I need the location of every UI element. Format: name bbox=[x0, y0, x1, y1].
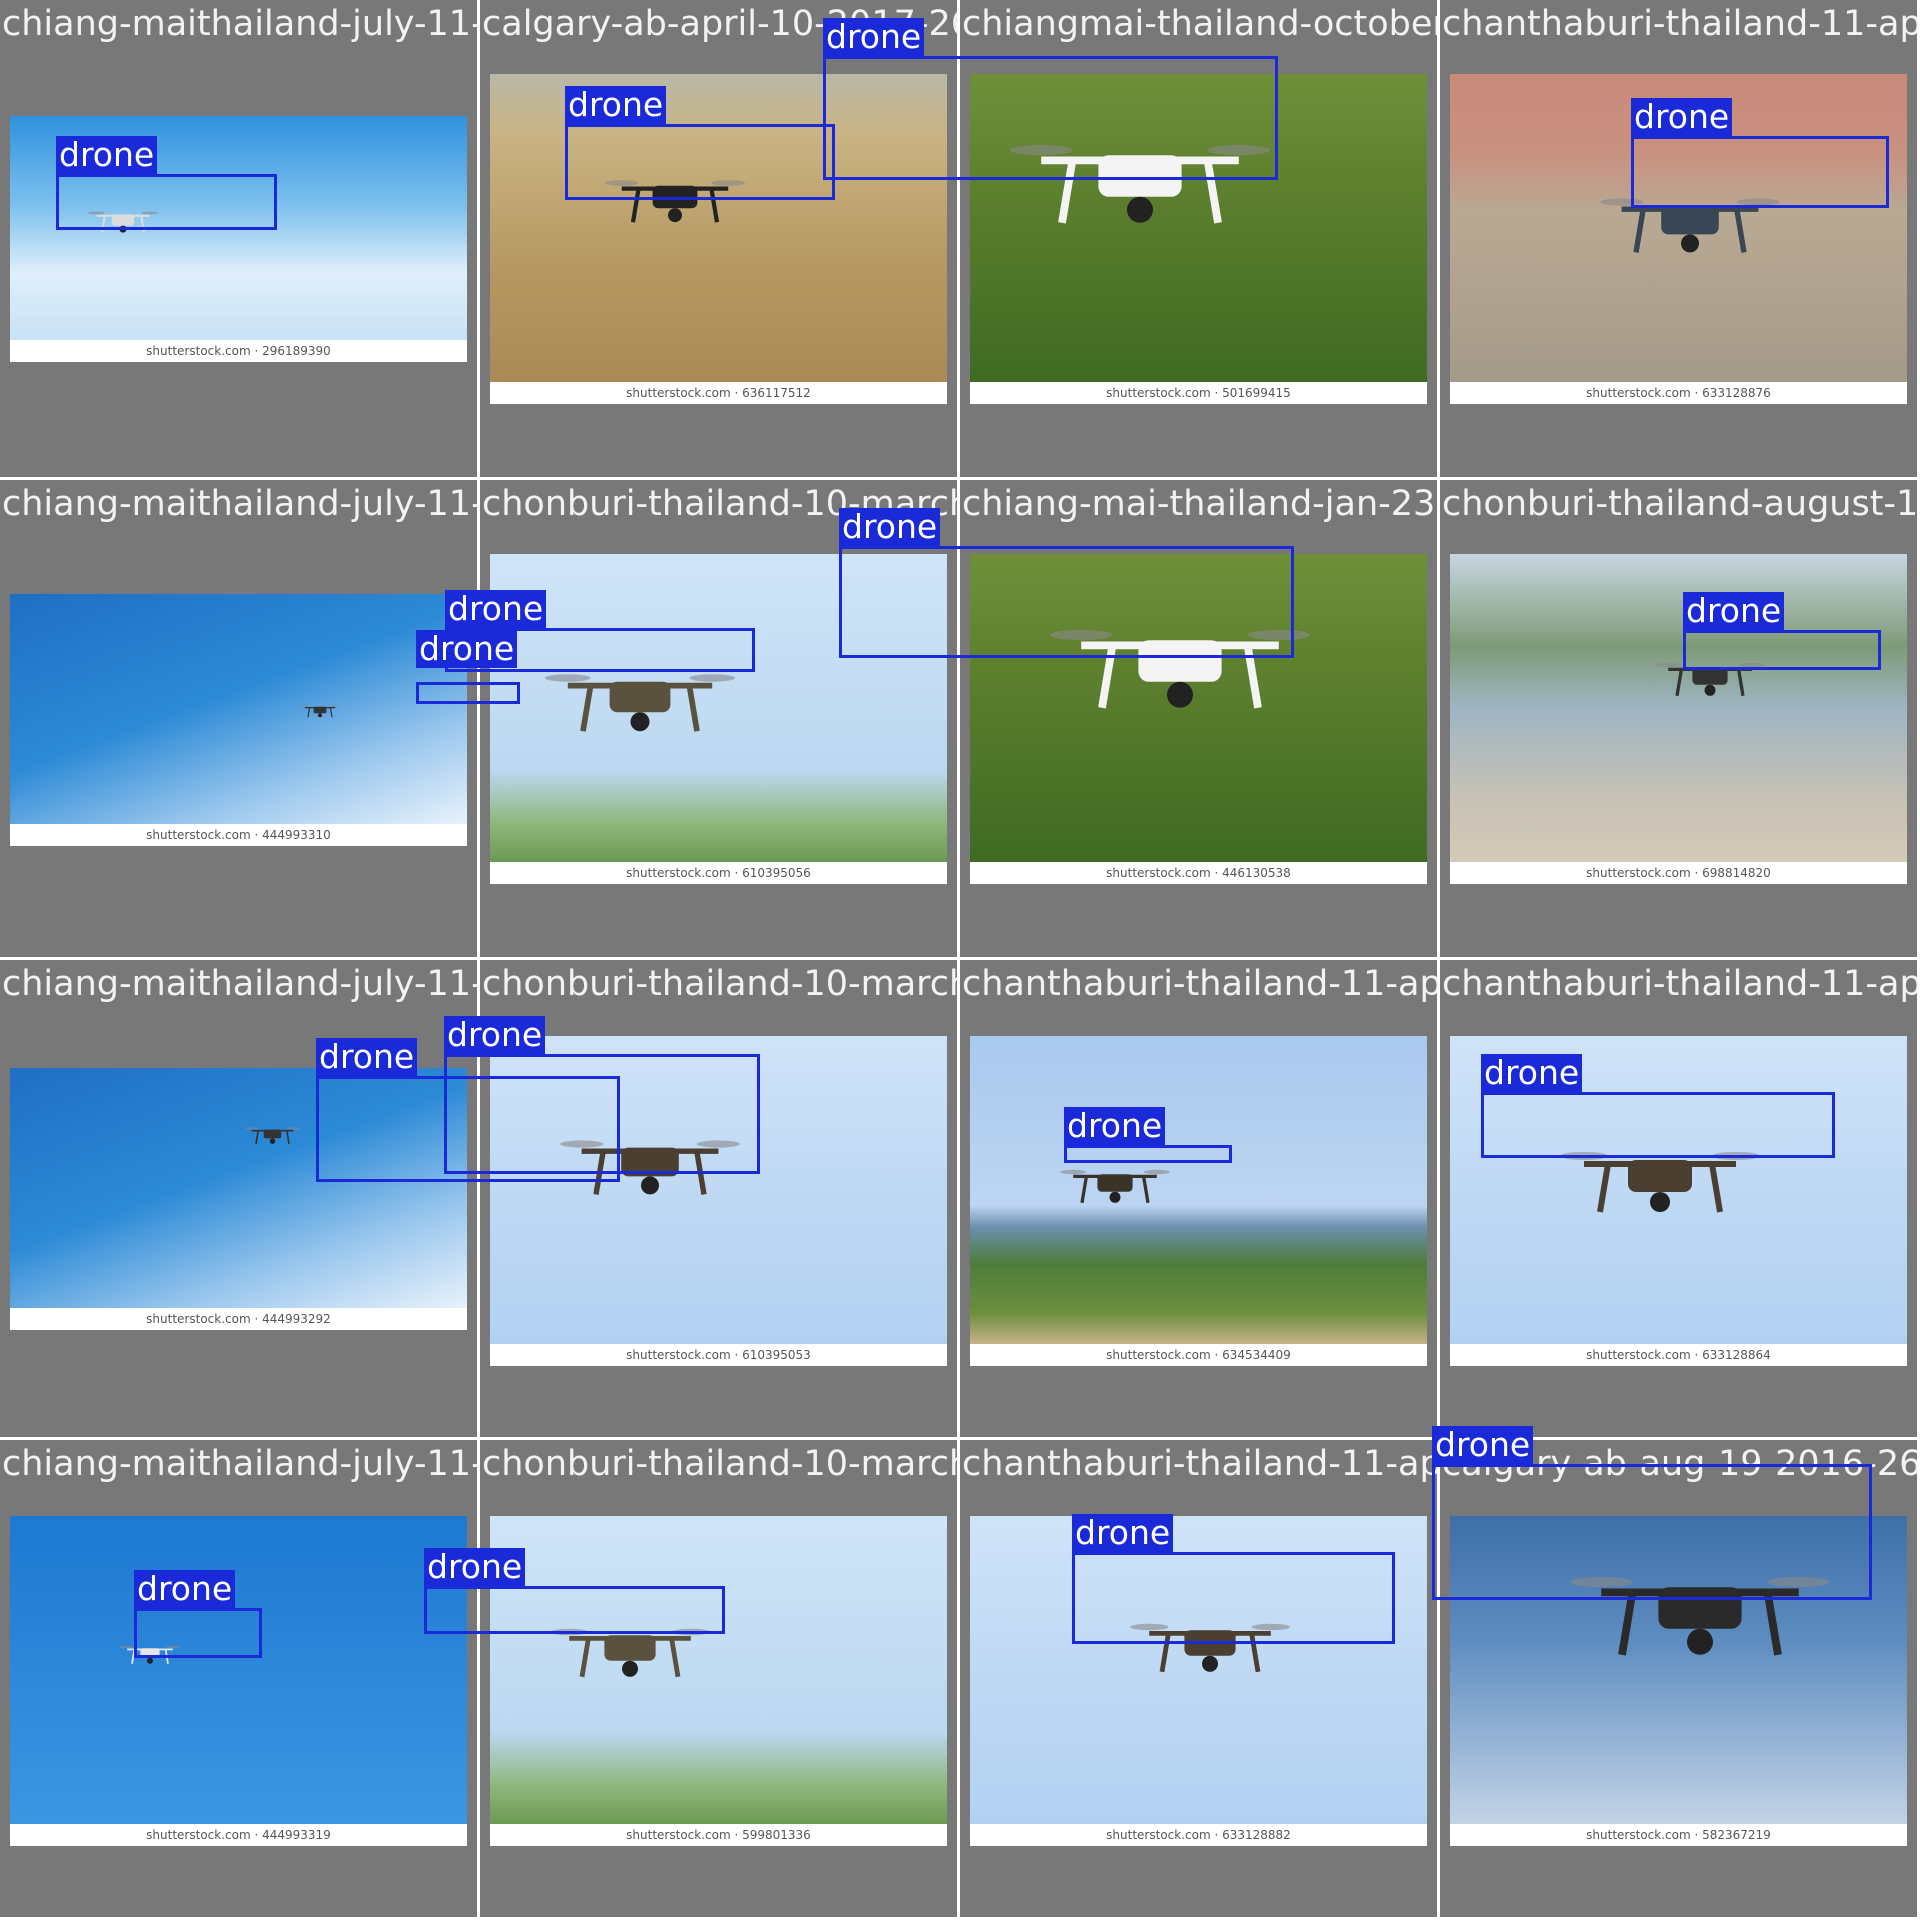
drone-icon bbox=[560, 1126, 740, 1220]
tile-filename: chiang-maithailand-july-11-2015-260nw-44… bbox=[2, 964, 477, 1004]
tile-photo: shutterstock.com · 633128882 bbox=[970, 1516, 1427, 1846]
mosaic-tile: shutterstock.com · 633128882 chanthaburi-… bbox=[960, 1440, 1437, 1917]
photo-credit: shutterstock.com · 633128882 bbox=[970, 1824, 1427, 1846]
photo-credit: shutterstock.com · 444993292 bbox=[10, 1308, 467, 1330]
tile-filename: chonburi-thailand-10-march-2017-260nw-59… bbox=[482, 1444, 957, 1484]
photo-credit: shutterstock.com · 698814820 bbox=[1450, 862, 1907, 884]
drone-icon bbox=[245, 1123, 300, 1155]
drone-icon bbox=[545, 659, 735, 758]
drone-icon bbox=[1130, 1611, 1290, 1695]
tile-filename: chanthaburi-thailand-11-april-2017-260nw… bbox=[962, 964, 1437, 1004]
mosaic-tile: shutterstock.com · 636117512 calgary-ab-a… bbox=[480, 0, 957, 477]
photo-credit: shutterstock.com · 636117512 bbox=[490, 382, 947, 404]
tile-photo: shutterstock.com · 634534409 bbox=[970, 1036, 1427, 1366]
drone-icon bbox=[120, 1641, 180, 1675]
tile-filename: chiangmai-thailand-october-13-260nw-5016… bbox=[962, 4, 1437, 44]
tile-filename: calgary-ab-aug-19-2016-260nw-582367219 bbox=[1442, 1444, 1917, 1484]
tile-photo: shutterstock.com · 633128876 bbox=[1450, 74, 1907, 404]
tile-filename: chiang-maithailand-july-11-2015-260nw-44… bbox=[2, 484, 477, 524]
mosaic-tile: shutterstock.com · 633128864 chanthaburi-… bbox=[1440, 960, 1917, 1437]
tile-photo: shutterstock.com · 501699415 bbox=[970, 74, 1427, 404]
photo-credit: shutterstock.com · 610395053 bbox=[490, 1344, 947, 1366]
mosaic-tile: shutterstock.com · 599801336 chonburi-tha… bbox=[480, 1440, 957, 1917]
mosaic-tile: shutterstock.com · 501699415 chiangmai-th… bbox=[960, 0, 1437, 477]
mosaic-tile: shutterstock.com · 610395056 chonburi-tha… bbox=[480, 480, 957, 957]
tile-photo: shutterstock.com · 582367219 bbox=[1450, 1516, 1907, 1846]
tile-filename: chonburi-thailand-august-12-2017-260nw-6… bbox=[1442, 484, 1917, 524]
mosaic-tile: shutterstock.com · 634534409 chanthaburi-… bbox=[960, 960, 1437, 1437]
drone-icon bbox=[1060, 1161, 1170, 1220]
tile-filename: calgary-ab-april-10-2017-260nw-636117512 bbox=[482, 4, 957, 44]
photo-scene bbox=[10, 1516, 467, 1824]
tile-filename: chiang-maithailand-july-11-2015-260nw-44… bbox=[2, 1444, 477, 1484]
drone-icon bbox=[1050, 609, 1310, 743]
tile-filename: chiang-maithailand-july-11-2015-260nw-29… bbox=[2, 4, 477, 44]
tile-photo: shutterstock.com · 599801336 bbox=[490, 1516, 947, 1846]
photo-credit: shutterstock.com · 582367219 bbox=[1450, 1824, 1907, 1846]
tile-photo: shutterstock.com · 296189390 bbox=[10, 116, 467, 362]
mosaic-tile: shutterstock.com · 296189390 chiang-maith… bbox=[0, 0, 477, 477]
drone-icon bbox=[1560, 1136, 1760, 1240]
mosaic-tile: shutterstock.com · 610395053 chonburi-tha… bbox=[480, 960, 957, 1437]
drone-icon bbox=[88, 206, 158, 245]
photo-credit: shutterstock.com · 444993319 bbox=[10, 1824, 467, 1846]
drone-icon bbox=[550, 1616, 710, 1700]
photo-credit: shutterstock.com · 599801336 bbox=[490, 1824, 947, 1846]
mosaic-tile: shutterstock.com · 444993310 chiang-maith… bbox=[0, 480, 477, 957]
drone-icon bbox=[605, 169, 745, 243]
tile-photo: shutterstock.com · 444993310 bbox=[10, 594, 467, 846]
photo-credit: shutterstock.com · 296189390 bbox=[10, 340, 467, 362]
photo-credit: shutterstock.com · 633128864 bbox=[1450, 1344, 1907, 1366]
photo-credit: shutterstock.com · 501699415 bbox=[970, 382, 1427, 404]
tile-filename: chanthaburi-thailand-11-april-2017-260nw… bbox=[962, 1444, 1437, 1484]
tile-photo: shutterstock.com · 444993292 bbox=[10, 1068, 467, 1330]
drone-icon bbox=[1570, 1556, 1830, 1690]
tile-photo: shutterstock.com · 610395056 bbox=[490, 554, 947, 884]
photo-credit: shutterstock.com · 610395056 bbox=[490, 862, 947, 884]
tile-photo: shutterstock.com · 446130538 bbox=[970, 554, 1427, 884]
tile-photo: shutterstock.com · 698814820 bbox=[1450, 554, 1907, 884]
tile-photo: shutterstock.com · 633128864 bbox=[1450, 1036, 1907, 1366]
mosaic-tile: shutterstock.com · 444993292 chiang-maith… bbox=[0, 960, 477, 1437]
photo-credit: shutterstock.com · 633128876 bbox=[1450, 382, 1907, 404]
photo-credit: shutterstock.com · 634534409 bbox=[970, 1344, 1427, 1366]
mosaic-tile: shutterstock.com · 582367219 calgary-ab-a… bbox=[1440, 1440, 1917, 1917]
tile-photo: shutterstock.com · 636117512 bbox=[490, 74, 947, 404]
mosaic-tile: shutterstock.com · 633128876 chanthaburi-… bbox=[1440, 0, 1917, 477]
drone-icon bbox=[1655, 654, 1765, 713]
tile-filename: chiang-mai-thailand-jan-23-2017-260nw-44… bbox=[962, 484, 1437, 524]
photo-credit: shutterstock.com · 446130538 bbox=[970, 862, 1427, 884]
tile-photo: shutterstock.com · 444993319 bbox=[10, 1516, 467, 1846]
mosaic-tile: shutterstock.com · 698814820 chonburi-tha… bbox=[1440, 480, 1917, 957]
tile-photo: shutterstock.com · 610395053 bbox=[490, 1036, 947, 1366]
detection-mosaic: shutterstock.com · 296189390 chiang-maith… bbox=[0, 0, 1920, 1920]
drone-icon bbox=[1600, 184, 1780, 278]
tile-filename: chanthaburi-thailand-11-april-2017-260nw… bbox=[1442, 964, 1917, 1004]
photo-scene bbox=[10, 594, 467, 824]
tile-filename: chanthaburi-thailand-11-april-2017-260nw… bbox=[1442, 4, 1917, 44]
photo-scene bbox=[10, 116, 467, 340]
photo-credit: shutterstock.com · 444993310 bbox=[10, 824, 467, 846]
mosaic-tile: shutterstock.com · 444993319 chiang-maith… bbox=[0, 1440, 477, 1917]
tile-filename: chonburi-thailand-10-march-2017-260nw-61… bbox=[482, 964, 957, 1004]
photo-scene bbox=[10, 1068, 467, 1308]
tile-filename: chonburi-thailand-10-march-2017-260nw-61… bbox=[482, 484, 957, 524]
mosaic-tile: shutterstock.com · 446130538 chiang-mai-t… bbox=[960, 480, 1437, 957]
drone-icon bbox=[1010, 124, 1270, 258]
drone-icon bbox=[300, 702, 340, 726]
photo-scene bbox=[970, 1036, 1427, 1344]
